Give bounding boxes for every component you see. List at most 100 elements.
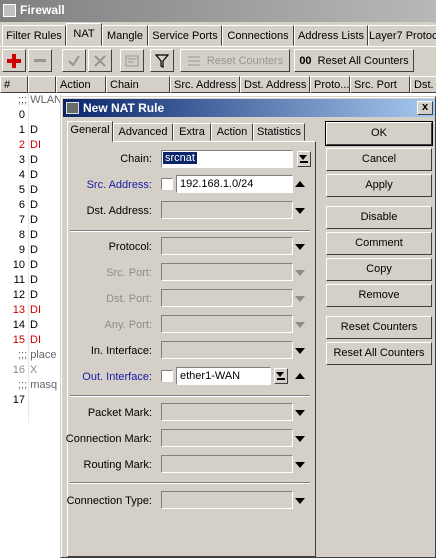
- protocol-input[interactable]: [161, 237, 293, 255]
- enable-button[interactable]: [62, 49, 86, 72]
- comment-button[interactable]: [120, 49, 144, 72]
- expand-down-icon[interactable]: [295, 410, 305, 416]
- table-row[interactable]: 0: [0, 109, 60, 124]
- rule-flags: D: [30, 214, 38, 226]
- expand-down-icon[interactable]: [295, 436, 305, 442]
- col-header-chain[interactable]: Chain: [106, 76, 170, 93]
- tab-connections[interactable]: Connections: [222, 25, 294, 46]
- table-row[interactable]: 10 D: [0, 259, 60, 274]
- rule-flags: DI: [30, 334, 41, 346]
- expand-down-icon[interactable]: [295, 462, 305, 468]
- rule-flags: DI: [30, 139, 41, 151]
- table-row[interactable]: 1D: [0, 124, 60, 139]
- remove-rule-button[interactable]: Remove: [326, 284, 432, 307]
- tab-statistics[interactable]: Statistics: [253, 123, 305, 141]
- table-row[interactable]: 9D: [0, 244, 60, 259]
- reset-all-counters-dialog-button[interactable]: Reset All Counters: [326, 342, 432, 365]
- tab-action[interactable]: Action: [211, 123, 253, 141]
- tab-address-lists[interactable]: Address Lists: [294, 25, 368, 46]
- chevron-down-icon: [276, 372, 284, 377]
- protocol-label: Protocol:: [108, 241, 152, 253]
- chain-dropdown-button[interactable]: [297, 151, 311, 167]
- comment-row[interactable]: ;;; place: [0, 349, 60, 364]
- table-row[interactable]: 11 D: [0, 274, 60, 289]
- table-row[interactable]: 3D: [0, 154, 60, 169]
- reset-counters-dialog-button[interactable]: Reset Counters: [326, 316, 432, 339]
- rule-number: 10: [12, 259, 25, 271]
- cancel-button[interactable]: Cancel: [326, 148, 432, 171]
- connection-mark-input[interactable]: [161, 429, 293, 447]
- comment-row[interactable]: ;;; masq: [0, 379, 60, 394]
- reset-counters-button[interactable]: Reset Counters: [180, 49, 290, 72]
- col-header-src-port[interactable]: Src. Port: [350, 76, 410, 93]
- src-address-input[interactable]: 192.168.1.0/24: [176, 175, 293, 193]
- disable-rule-button[interactable]: Disable: [326, 206, 432, 229]
- tab-nat[interactable]: NAT: [66, 23, 102, 46]
- disable-button[interactable]: [88, 49, 112, 72]
- col-header-action[interactable]: Action: [56, 76, 106, 93]
- rule-flags: D: [30, 274, 38, 286]
- table-row[interactable]: 17: [0, 394, 60, 409]
- col-header-flags[interactable]: [28, 76, 56, 93]
- comment-rule-button[interactable]: Comment: [326, 232, 432, 255]
- expand-down-icon[interactable]: [295, 498, 305, 504]
- table-row[interactable]: 15 DI: [0, 334, 60, 349]
- tab-filter-rules[interactable]: Filter Rules: [2, 25, 66, 46]
- tab-service-ports[interactable]: Service Ports: [148, 25, 222, 46]
- table-row[interactable]: 14 D: [0, 319, 60, 334]
- table-row[interactable]: 4D: [0, 169, 60, 184]
- table-row[interactable]: 13 DI: [0, 304, 60, 319]
- rule-flags: D: [30, 124, 38, 136]
- table-row[interactable]: 8D: [0, 229, 60, 244]
- rule-number: 17: [12, 394, 25, 406]
- out-interface-negate-checkbox[interactable]: [161, 370, 173, 382]
- collapse-up-icon[interactable]: [295, 373, 305, 379]
- dropdown-bar: [300, 161, 308, 163]
- table-row[interactable]: 6D: [0, 199, 60, 214]
- apply-button[interactable]: Apply: [326, 174, 432, 197]
- table-row[interactable]: 5D: [0, 184, 60, 199]
- col-header-protocol[interactable]: Proto...: [310, 76, 350, 93]
- col-header-dst-address[interactable]: Dst. Address: [240, 76, 310, 93]
- tab-extra[interactable]: Extra: [173, 123, 211, 141]
- firewall-window-icon: [3, 4, 16, 17]
- table-row[interactable]: 2 DI: [0, 139, 60, 154]
- rule-number: 3: [18, 154, 25, 166]
- rule-number: 2: [18, 139, 25, 151]
- filter-button[interactable]: [150, 49, 174, 72]
- close-icon: x: [421, 101, 429, 113]
- table-row[interactable]: 16 X: [0, 364, 60, 379]
- dst-address-input[interactable]: [161, 201, 293, 219]
- comment-row[interactable]: ;;; WLAN: [0, 94, 62, 109]
- reset-counters-label: Reset Counters: [206, 54, 284, 67]
- col-header-dst-port[interactable]: Dst.: [410, 76, 436, 93]
- tab-advanced[interactable]: Advanced: [113, 123, 173, 141]
- tab-mangle[interactable]: Mangle: [102, 25, 148, 46]
- expand-down-icon[interactable]: [295, 244, 305, 250]
- copy-button[interactable]: Copy: [326, 258, 432, 281]
- connection-type-input[interactable]: [161, 491, 293, 509]
- table-row[interactable]: 7D: [0, 214, 60, 229]
- expand-down-icon[interactable]: [295, 348, 305, 354]
- col-header-number[interactable]: #: [0, 76, 28, 93]
- tab-general[interactable]: General: [67, 121, 113, 142]
- expand-down-icon[interactable]: [295, 208, 305, 214]
- rule-number: 7: [18, 214, 25, 226]
- tab-layer7-protocols[interactable]: Layer7 Protocols: [368, 25, 436, 46]
- packet-mark-input[interactable]: [161, 403, 293, 421]
- in-interface-input[interactable]: [161, 341, 293, 359]
- ok-button[interactable]: OK: [325, 121, 433, 146]
- add-button[interactable]: [2, 49, 26, 72]
- reset-all-counters-button[interactable]: 00 Reset All Counters: [294, 49, 414, 72]
- out-interface-dropdown-button[interactable]: [274, 368, 288, 384]
- src-address-negate-checkbox[interactable]: [161, 178, 173, 190]
- reset-all-counters-icon: 00: [299, 54, 312, 67]
- out-interface-select[interactable]: ether1-WAN: [176, 367, 271, 385]
- remove-button[interactable]: [28, 49, 52, 72]
- col-header-src-address[interactable]: Src. Address: [170, 76, 240, 93]
- chain-select[interactable]: srcnat: [161, 150, 293, 168]
- table-row[interactable]: 12 D: [0, 289, 60, 304]
- collapse-up-icon[interactable]: [295, 181, 305, 187]
- routing-mark-input[interactable]: [161, 455, 293, 473]
- close-button[interactable]: x: [417, 101, 433, 115]
